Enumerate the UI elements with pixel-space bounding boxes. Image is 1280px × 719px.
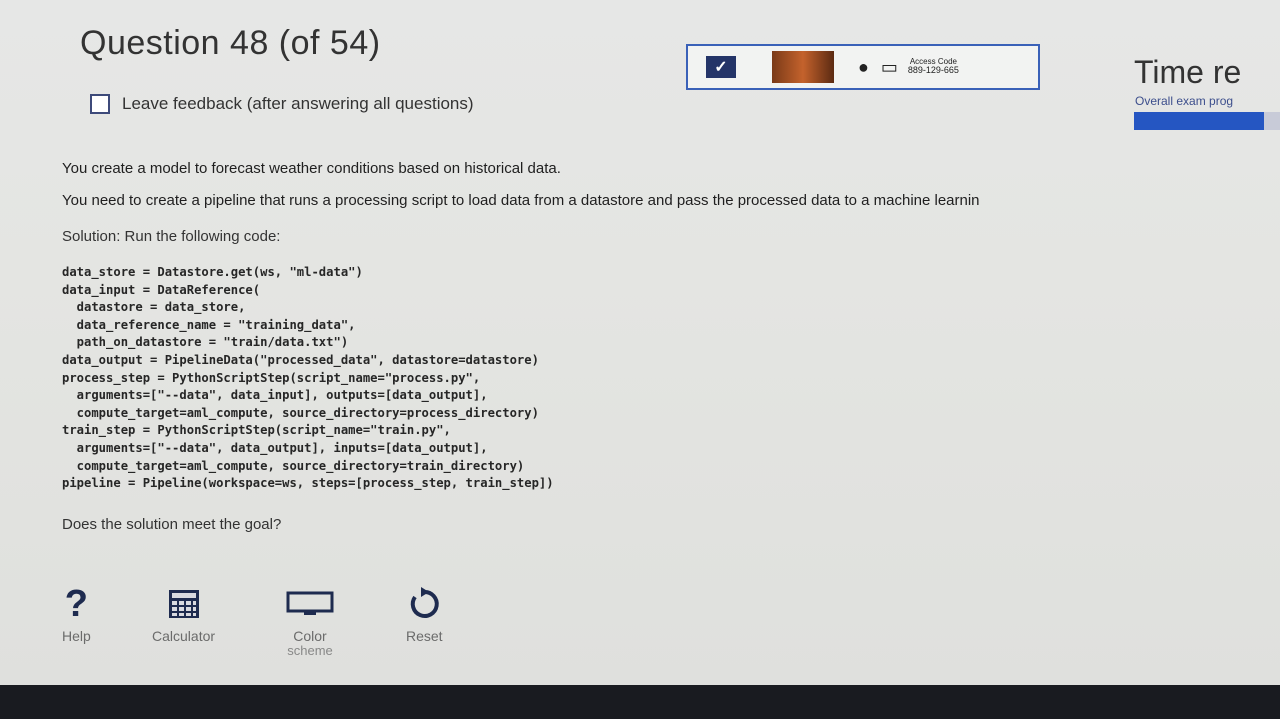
code-line: data_store = Datastore.get(ws, "ml-data"… (62, 265, 363, 279)
question-prompt: Does the solution meet the goal? (62, 516, 282, 533)
calculator-label: Calculator (152, 628, 216, 644)
reset-arrow-icon (407, 580, 441, 628)
feedback-label: Leave feedback (after answering all ques… (122, 94, 474, 113)
code-block: data_store = Datastore.get(ws, "ml-data"… (62, 264, 554, 493)
exam-screen: Question 48 (of 54) Leave feedback (afte… (0, 0, 1280, 685)
code-line: process_step = PythonScriptStep(script_n… (62, 370, 481, 385)
code-line: data_input = DataReference( (62, 282, 261, 297)
code-line: data_output = PipelineData("processed_da… (62, 352, 539, 367)
code-line: path_on_datastore = "train/data.txt") (62, 335, 349, 350)
proctor-toolbar: ✓ ● ▭ Access Code 889-129-665 (686, 44, 1040, 90)
calculator-button[interactable]: Calculator (152, 580, 215, 644)
whiteboard-icon[interactable]: ▭ (881, 57, 898, 78)
reset-label: Reset (406, 628, 443, 644)
access-code-value: 889-129-665 (907, 65, 959, 76)
code-line: compute_target=aml_compute, source_direc… (62, 458, 525, 473)
question-title: Question 48 (of 54) (80, 24, 381, 62)
question-requirement: You need to create a pipeline that runs … (62, 192, 980, 209)
webcam-photo (772, 51, 834, 83)
solution-label: Solution: Run the following code: (62, 228, 281, 245)
color-scheme-label-sub: scheme (287, 643, 333, 658)
code-line: compute_target=aml_compute, source_direc… (62, 405, 539, 420)
overall-progress-bar (1134, 112, 1280, 130)
question-scenario: You create a model to forecast weather c… (62, 160, 561, 177)
chat-icon[interactable]: ● (858, 57, 869, 78)
code-line: arguments=["--data", data_output], input… (62, 440, 488, 455)
code-line: datastore = data_store, (62, 300, 246, 315)
calculator-icon (168, 580, 200, 628)
monitor-bezel-bottom (0, 685, 1280, 719)
reset-button[interactable]: Reset (406, 580, 443, 644)
color-scheme-label: Color (293, 628, 327, 644)
code-line: arguments=["--data", data_input], output… (62, 388, 488, 403)
help-button[interactable]: ? Help (62, 580, 91, 645)
feedback-checkbox[interactable] (90, 94, 110, 114)
color-scheme-button[interactable]: Color scheme (286, 580, 334, 658)
progress-fill (1134, 112, 1264, 130)
checkmark-icon[interactable]: ✓ (706, 56, 736, 78)
exam-toolbar: ? Help Calculator Color scheme Reset (0, 580, 700, 680)
question-mark-icon: ? (64, 582, 88, 625)
time-remaining-title: Time re (1134, 54, 1242, 90)
overall-progress-label: Overall exam prog (1135, 94, 1234, 108)
code-line: train_step = PythonScriptStep(script_nam… (62, 423, 451, 438)
code-line: pipeline = Pipeline(workspace=ws, steps=… (62, 476, 554, 491)
monitor-icon (286, 580, 334, 628)
access-code: Access Code 889-129-665 (907, 57, 959, 77)
code-line: data_reference_name = "training_data", (62, 317, 356, 332)
help-label: Help (62, 628, 91, 644)
leave-feedback-option[interactable]: Leave feedback (after answering all ques… (90, 94, 474, 114)
